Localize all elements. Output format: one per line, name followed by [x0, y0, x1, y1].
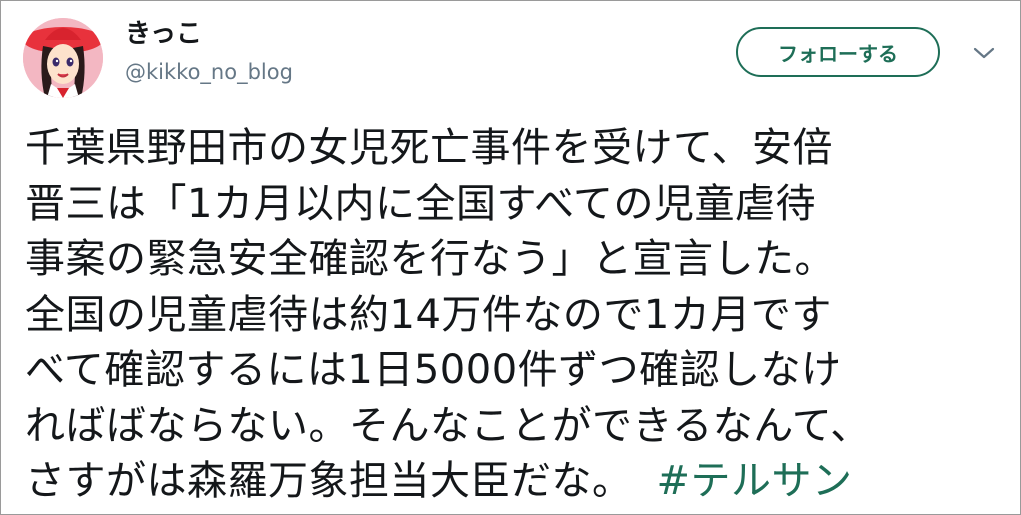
- tweet-line: 事案の緊急安全確認を行なう」と宣言した。: [25, 236, 835, 282]
- display-name[interactable]: きっこ: [125, 19, 202, 49]
- user-handle[interactable]: @kikko_no_blog: [125, 59, 293, 85]
- avatar[interactable]: [23, 18, 103, 98]
- tweet-line: 全国の児童虐待は約14万件なので1カ月です: [25, 291, 832, 338]
- chevron-down-icon: [973, 47, 995, 59]
- more-options-button[interactable]: [969, 41, 999, 65]
- follow-button[interactable]: フォローする: [736, 27, 940, 77]
- tweet-line: 千葉県野田市の女児死亡事件を受けて、安倍: [25, 125, 833, 171]
- tweet-text: 千葉県野田市の女児死亡事件を受けて、安倍 晋三は「1カ月以内に全国すべての児童虐…: [25, 121, 985, 510]
- tweet-line: ればばならない。そんなことができるなんて、: [25, 402, 871, 449]
- avatar-illustration-icon: [23, 18, 103, 98]
- tweet-line: 晋三は「1カ月以内に全国すべての児童虐待: [25, 180, 817, 227]
- tweet-line: べて確認するには1日5000件ずつ確認しなけ: [25, 347, 842, 393]
- tweet-line-last: さすがは森羅万象担当大臣だな。 #テルサン: [25, 454, 985, 510]
- tweet-card: きっこ @kikko_no_blog フォローする 千葉県野田市の女児死亡事件を…: [0, 0, 1021, 515]
- hashtag-link[interactable]: #テルサン: [657, 458, 853, 504]
- tweet-line-text: さすがは森羅万象担当大臣だな。: [25, 458, 633, 504]
